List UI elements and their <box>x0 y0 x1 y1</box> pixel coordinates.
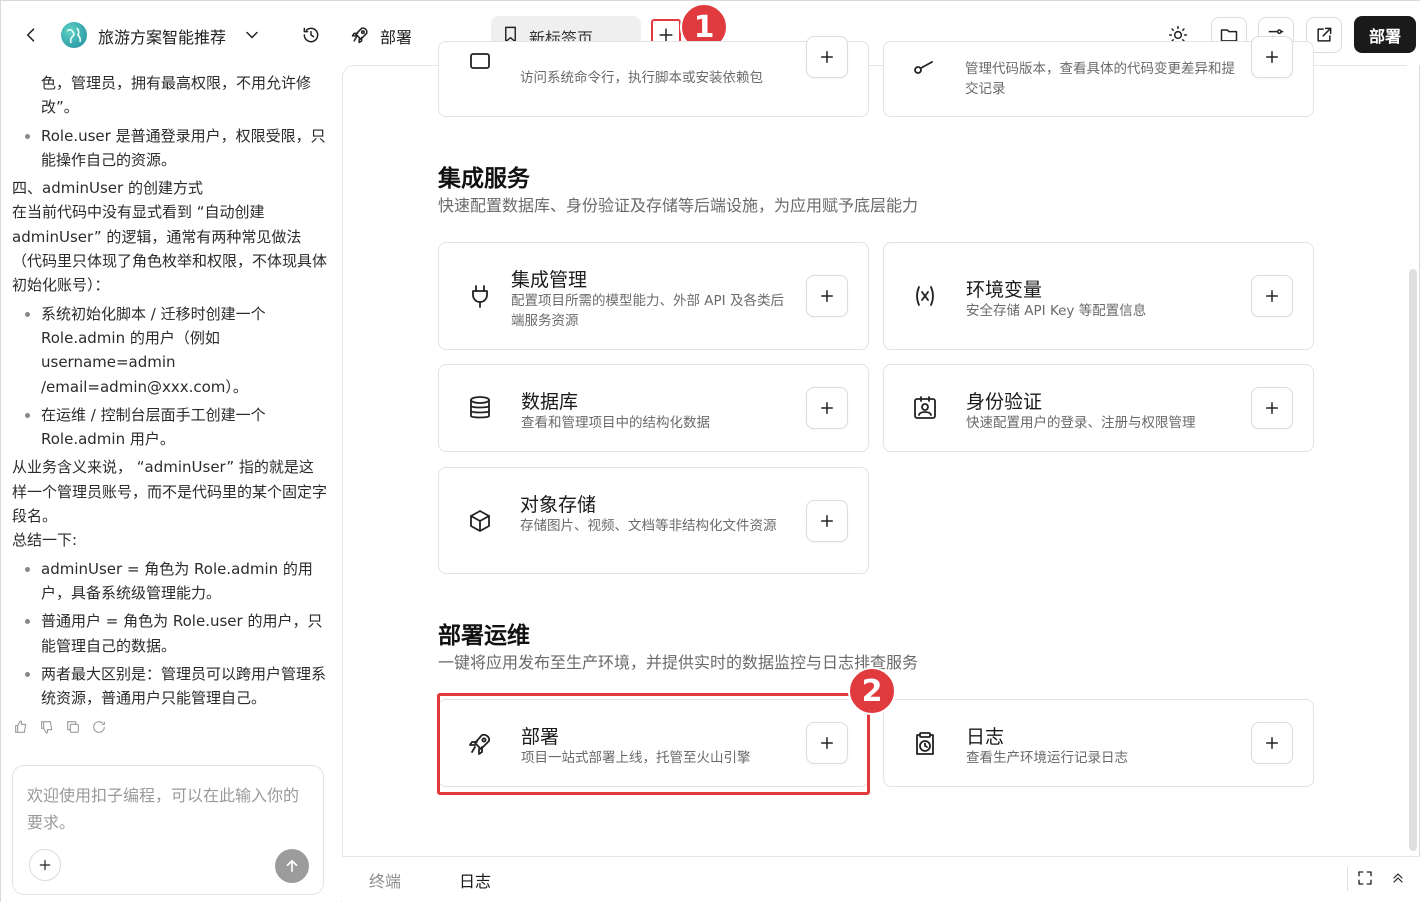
scrollbar[interactable] <box>1409 269 1417 851</box>
card-title: 环境变量 <box>966 279 1043 301</box>
variable-icon <box>912 283 938 309</box>
card-description: 安全存储 API Key 等配置信息 <box>966 303 1147 319</box>
message-actions <box>13 719 107 735</box>
box-icon <box>467 508 493 534</box>
chat-list-item: 在运维 / 控制台层面手工创建一个 Role.admin 用户。 <box>41 403 328 452</box>
card-title: 集成管理 <box>511 269 588 291</box>
thumbs-up-icon[interactable] <box>13 719 29 735</box>
send-button[interactable] <box>275 849 309 883</box>
add-database-button[interactable] <box>806 387 848 429</box>
chat-list-item: 两者最大区别是：管理员可以跨用户管理系统资源，普通用户只能管理自己。 <box>41 662 328 711</box>
chat-list-item: adminUser = 角色为 Role.admin 的用户，具备系统级管理能力… <box>41 557 328 606</box>
card-description: 查看生产环境运行记录日志 <box>966 750 1128 766</box>
card-description: 访问系统命令行，执行脚本或安装依赖包 <box>520 70 763 86</box>
chat-list: adminUser = 角色为 Role.admin 的用户，具备系统级管理能力… <box>12 557 328 711</box>
add-object-storage-button[interactable] <box>806 500 848 542</box>
authentication-card[interactable]: 身份验证 快速配置用户的登录、注册与权限管理 <box>883 364 1314 452</box>
database-icon <box>467 395 493 421</box>
copy-icon[interactable] <box>65 719 81 735</box>
bottom-panel-bar: 终端 日志 <box>342 856 1420 902</box>
card-description: 查看和管理项目中的结构化数据 <box>521 415 710 431</box>
chat-panel: 色，管理员，拥有最高权限，不用允许修改”。 Role.user 是普通登录用户，… <box>1 65 341 902</box>
back-icon[interactable] <box>19 23 43 47</box>
fullscreen-icon[interactable] <box>1355 868 1375 888</box>
chat-paragraph: 从业务含义来说， “adminUser” 指的就是这样一个管理员账号，而不是代码… <box>12 458 328 526</box>
log-clock-icon <box>912 731 938 757</box>
divider <box>1347 867 1348 891</box>
user-badge-icon <box>912 395 938 421</box>
add-env-variable-button[interactable] <box>1251 275 1293 317</box>
chat-paragraph: 色，管理员，拥有最高权限，不用允许修改”。 <box>41 74 312 117</box>
thumbs-down-icon[interactable] <box>39 719 55 735</box>
chat-list: 系统初始化脚本 / 迁移时创建一个 Role.admin 的用户（例如 user… <box>12 302 328 452</box>
panel-top-mask <box>342 1 1407 65</box>
chat-input-placeholder[interactable]: 欢迎使用扣子编程，可以在此输入你的要求。 <box>27 782 312 836</box>
tab-terminal[interactable]: 终端 <box>369 868 401 892</box>
chat-input[interactable]: 欢迎使用扣子编程，可以在此输入你的要求。 <box>12 765 324 895</box>
history-icon[interactable] <box>299 23 323 47</box>
database-card[interactable]: 数据库 查看和管理项目中的结构化数据 <box>438 364 869 452</box>
card-title: 身份验证 <box>966 391 1043 413</box>
card-title: 对象存储 <box>520 494 597 516</box>
section-description: 快速配置数据库、身份验证及存储等后端设施，为应用赋予底层能力 <box>438 196 919 215</box>
arrow-up-icon <box>286 859 298 873</box>
app-title[interactable]: 旅游方案智能推荐 <box>98 24 226 48</box>
add-integration-button[interactable] <box>806 275 848 317</box>
collapse-up-icon[interactable] <box>1388 868 1408 888</box>
chat-heading: 总结一下: <box>12 531 78 550</box>
card-description: 管理代码版本，查看具体的代码变更差异和提交记录 <box>965 61 1235 97</box>
card-description: 配置项目所需的模型能力、外部 API 及各类后端服务资源 <box>511 293 784 329</box>
card-description: 快速配置用户的登录、注册与权限管理 <box>966 415 1196 431</box>
section-title: 部署运维 <box>438 623 530 649</box>
regenerate-icon[interactable] <box>91 719 107 735</box>
chat-message: 色，管理员，拥有最高权限，不用允许修改”。 Role.user 是普通登录用户，… <box>12 71 328 714</box>
env-variables-card[interactable]: 环境变量 安全存储 API Key 等配置信息 <box>883 242 1314 350</box>
tab-logs[interactable]: 日志 <box>459 868 491 892</box>
section-title: 集成服务 <box>438 166 530 192</box>
chevron-down-icon[interactable] <box>242 25 262 45</box>
app-logo-icon <box>61 22 87 48</box>
card-title: 日志 <box>966 726 1005 748</box>
annotation-badge-2: 2 <box>848 667 896 715</box>
add-logs-button[interactable] <box>1251 722 1293 764</box>
chat-paragraph: 在当前代码中没有显式看到 “自动创建 adminUser” 的逻辑，通常有两种常… <box>12 203 328 295</box>
section-description: 一键将应用发布至生产环境，并提供实时的数据监控与日志排查服务 <box>438 653 919 672</box>
chat-list: Role.user 是普通登录用户，权限受限，只能操作自己的资源。 <box>12 124 328 173</box>
chat-list-item: 普通用户 = 角色为 Role.user 的用户，只能管理自己的数据。 <box>41 609 328 658</box>
logs-card[interactable]: 日志 查看生产环境运行记录日志 <box>883 699 1314 787</box>
integration-management-card[interactable]: 集成管理 配置项目所需的模型能力、外部 API 及各类后端服务资源 <box>438 242 869 350</box>
attach-button[interactable] <box>29 849 61 881</box>
card-title: 数据库 <box>521 391 579 413</box>
chat-list-item: Role.user 是普通登录用户，权限受限，只能操作自己的资源。 <box>41 124 328 173</box>
annotation-highlight-deploy-card <box>437 693 870 795</box>
chat-heading: 四、adminUser 的创建方式 <box>12 179 203 198</box>
plus-icon <box>39 859 51 871</box>
chat-list-item: 系统初始化脚本 / 迁移时创建一个 Role.admin 的用户（例如 user… <box>41 302 328 399</box>
add-authentication-button[interactable] <box>1251 387 1293 429</box>
object-storage-card[interactable]: 对象存储 存储图片、视频、文档等非结构化文件资源 <box>438 467 869 574</box>
plug-icon <box>467 283 493 309</box>
card-description: 存储图片、视频、文档等非结构化文件资源 <box>520 518 777 534</box>
